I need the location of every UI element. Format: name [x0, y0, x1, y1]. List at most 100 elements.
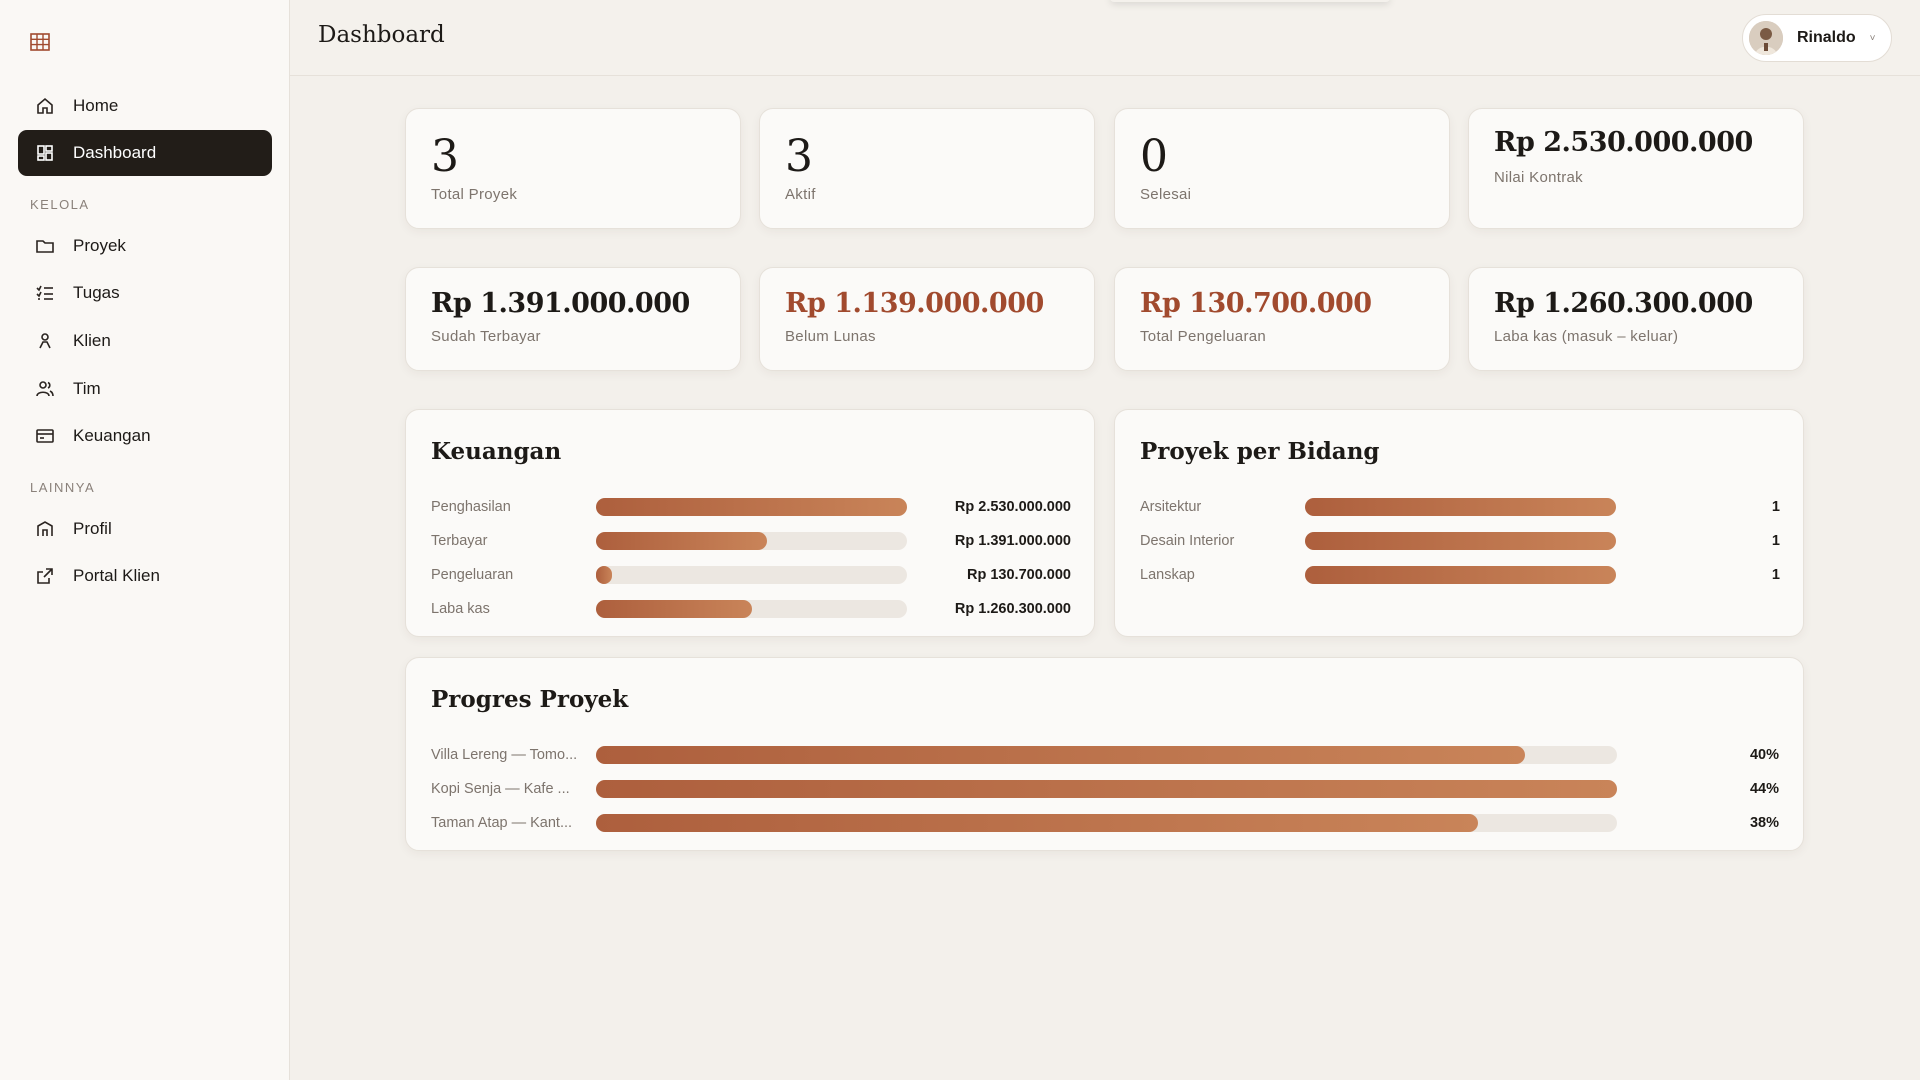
stat-value: Rp 1.391.000.000	[431, 288, 690, 319]
stat-label: Total Proyek	[431, 186, 518, 203]
bidang-row: Arsitektur 1	[1140, 497, 1780, 517]
sidebar-item-home[interactable]: Home	[18, 83, 272, 129]
sidebar-item-tugas[interactable]: Tugas	[18, 270, 272, 316]
progress-fill	[596, 566, 613, 584]
progres-row[interactable]: Taman Atap — Kant... 38%	[431, 813, 1779, 833]
stat-label: Sudah Terbayar	[431, 328, 541, 345]
row-value: Rp 2.530.000.000	[954, 499, 1071, 515]
row-label: Arsitektur	[1140, 499, 1202, 515]
keuangan-panel: Keuangan Penghasilan Rp 2.530.000.000 Te…	[405, 409, 1095, 637]
bidang-panel: Proyek per Bidang Arsitektur 1 Desain In…	[1114, 409, 1804, 637]
stat-value: 0	[1140, 131, 1168, 182]
stat-label: Nilai Kontrak	[1494, 169, 1583, 186]
folder-icon	[34, 235, 56, 257]
row-label: Desain Interior	[1140, 533, 1235, 549]
sidebar: Home Dashboard KELOLA Proyek Tugas Klien…	[0, 0, 290, 1080]
sidebar-item-label: Tim	[73, 379, 101, 398]
user-name: Rinaldo	[1797, 29, 1856, 46]
stat-label: Belum Lunas	[785, 328, 876, 345]
row-value: 44%	[1749, 781, 1779, 797]
progress-track	[1305, 566, 1616, 584]
panel-title: Proyek per Bidang	[1140, 438, 1380, 465]
stat-card-total-proyek: 3 Total Proyek	[405, 108, 741, 229]
panel-title: Keuangan	[431, 438, 562, 465]
checklist-icon	[34, 282, 56, 304]
row-value: Rp 1.391.000.000	[954, 533, 1071, 549]
sidebar-item-keuangan[interactable]: Keuangan	[18, 413, 272, 459]
row-label: Lanskap	[1140, 567, 1195, 583]
keuangan-row: Pengeluaran Rp 130.700.000	[431, 565, 1071, 585]
progress-track	[596, 532, 907, 550]
sidebar-item-profil[interactable]: Profil	[18, 506, 272, 552]
sidebar-item-portal-klien[interactable]: Portal Klien	[18, 553, 272, 599]
stat-card-selesai: 0 Selesai	[1114, 108, 1450, 229]
sidebar-item-label: Home	[73, 96, 119, 115]
sidebar-item-label: Tugas	[73, 283, 120, 302]
sidebar-item-klien[interactable]: Klien	[18, 318, 272, 364]
stat-card-belum-lunas: Rp 1.139.000.000 Belum Lunas	[759, 267, 1095, 371]
home-icon	[34, 95, 56, 117]
progres-panel: Progres Proyek Villa Lereng — Tomo... 40…	[405, 657, 1804, 851]
progres-row[interactable]: Villa Lereng — Tomo... 40%	[431, 745, 1779, 765]
page-title: Dashboard	[318, 22, 445, 48]
stat-value: Rp 2.530.000.000	[1494, 127, 1753, 158]
section-label-lainnya: LAINNYA	[30, 480, 96, 495]
stat-label: Selesai	[1140, 186, 1192, 203]
stat-card-nilai-kontrak: Rp 2.530.000.000 Nilai Kontrak	[1468, 108, 1804, 229]
person-icon	[34, 330, 56, 352]
row-label: Terbayar	[431, 533, 488, 549]
sidebar-item-tim[interactable]: Tim	[18, 366, 272, 412]
row-value: 40%	[1749, 747, 1779, 763]
card-icon	[34, 425, 56, 447]
keuangan-row: Terbayar Rp 1.391.000.000	[431, 531, 1071, 551]
bidang-row: Desain Interior 1	[1140, 531, 1780, 551]
progress-track	[596, 498, 907, 516]
sidebar-item-label: Keuangan	[73, 426, 151, 445]
progress-track	[596, 600, 907, 618]
stat-value: 3	[785, 131, 813, 182]
stat-card-total-pengeluaran: Rp 130.700.000 Total Pengeluaran	[1114, 267, 1450, 371]
stat-label: Laba kas (masuk – keluar)	[1494, 328, 1679, 345]
sidebar-item-proyek[interactable]: Proyek	[18, 223, 272, 269]
sidebar-item-label: Klien	[73, 331, 111, 350]
top-popover-edge	[1110, 0, 1390, 2]
sidebar-item-dashboard[interactable]: Dashboard	[18, 130, 272, 176]
chevron-down-icon: ˅	[1869, 32, 1876, 44]
row-label: Kopi Senja — Kafe ...	[431, 781, 570, 797]
progress-fill	[596, 780, 1617, 798]
external-link-icon	[34, 565, 56, 587]
sidebar-item-label: Profil	[73, 519, 112, 538]
panel-title: Progres Proyek	[431, 686, 629, 713]
row-value: 1	[1771, 499, 1780, 515]
stat-value: 3	[431, 131, 459, 182]
stat-label: Total Pengeluaran	[1140, 328, 1267, 345]
stat-card-sudah-terbayar: Rp 1.391.000.000 Sudah Terbayar	[405, 267, 741, 371]
progress-fill	[596, 814, 1479, 832]
team-icon	[34, 378, 56, 400]
row-value: 38%	[1749, 815, 1779, 831]
bidang-row: Lanskap 1	[1140, 565, 1780, 585]
progres-row[interactable]: Kopi Senja — Kafe ... 44%	[431, 779, 1779, 799]
logo-grid-icon[interactable]	[30, 33, 50, 51]
stat-value: Rp 1.260.300.000	[1494, 288, 1753, 319]
keuangan-row: Laba kas Rp 1.260.300.000	[431, 599, 1071, 619]
progress-track	[1305, 532, 1616, 550]
building-icon	[34, 518, 56, 540]
dashboard-icon	[34, 142, 56, 164]
stat-card-aktif: 3 Aktif	[759, 108, 1095, 229]
row-label: Taman Atap — Kant...	[431, 815, 573, 831]
progress-fill	[1305, 566, 1616, 584]
progress-track	[596, 814, 1617, 832]
sidebar-item-label: Dashboard	[73, 143, 157, 162]
row-label: Villa Lereng — Tomo...	[431, 747, 578, 763]
top-header: Dashboard Rinaldo ˅	[290, 0, 1920, 76]
progress-fill	[1305, 532, 1616, 550]
progress-track	[596, 566, 907, 584]
stat-value: Rp 130.700.000	[1140, 288, 1372, 319]
stat-card-laba-kas: Rp 1.260.300.000 Laba kas (masuk – kelua…	[1468, 267, 1804, 371]
row-label: Laba kas	[431, 601, 490, 617]
progress-fill	[596, 600, 752, 618]
row-value: Rp 1.260.300.000	[954, 601, 1071, 617]
user-menu-button[interactable]: Rinaldo ˅	[1742, 14, 1892, 62]
keuangan-row: Penghasilan Rp 2.530.000.000	[431, 497, 1071, 517]
